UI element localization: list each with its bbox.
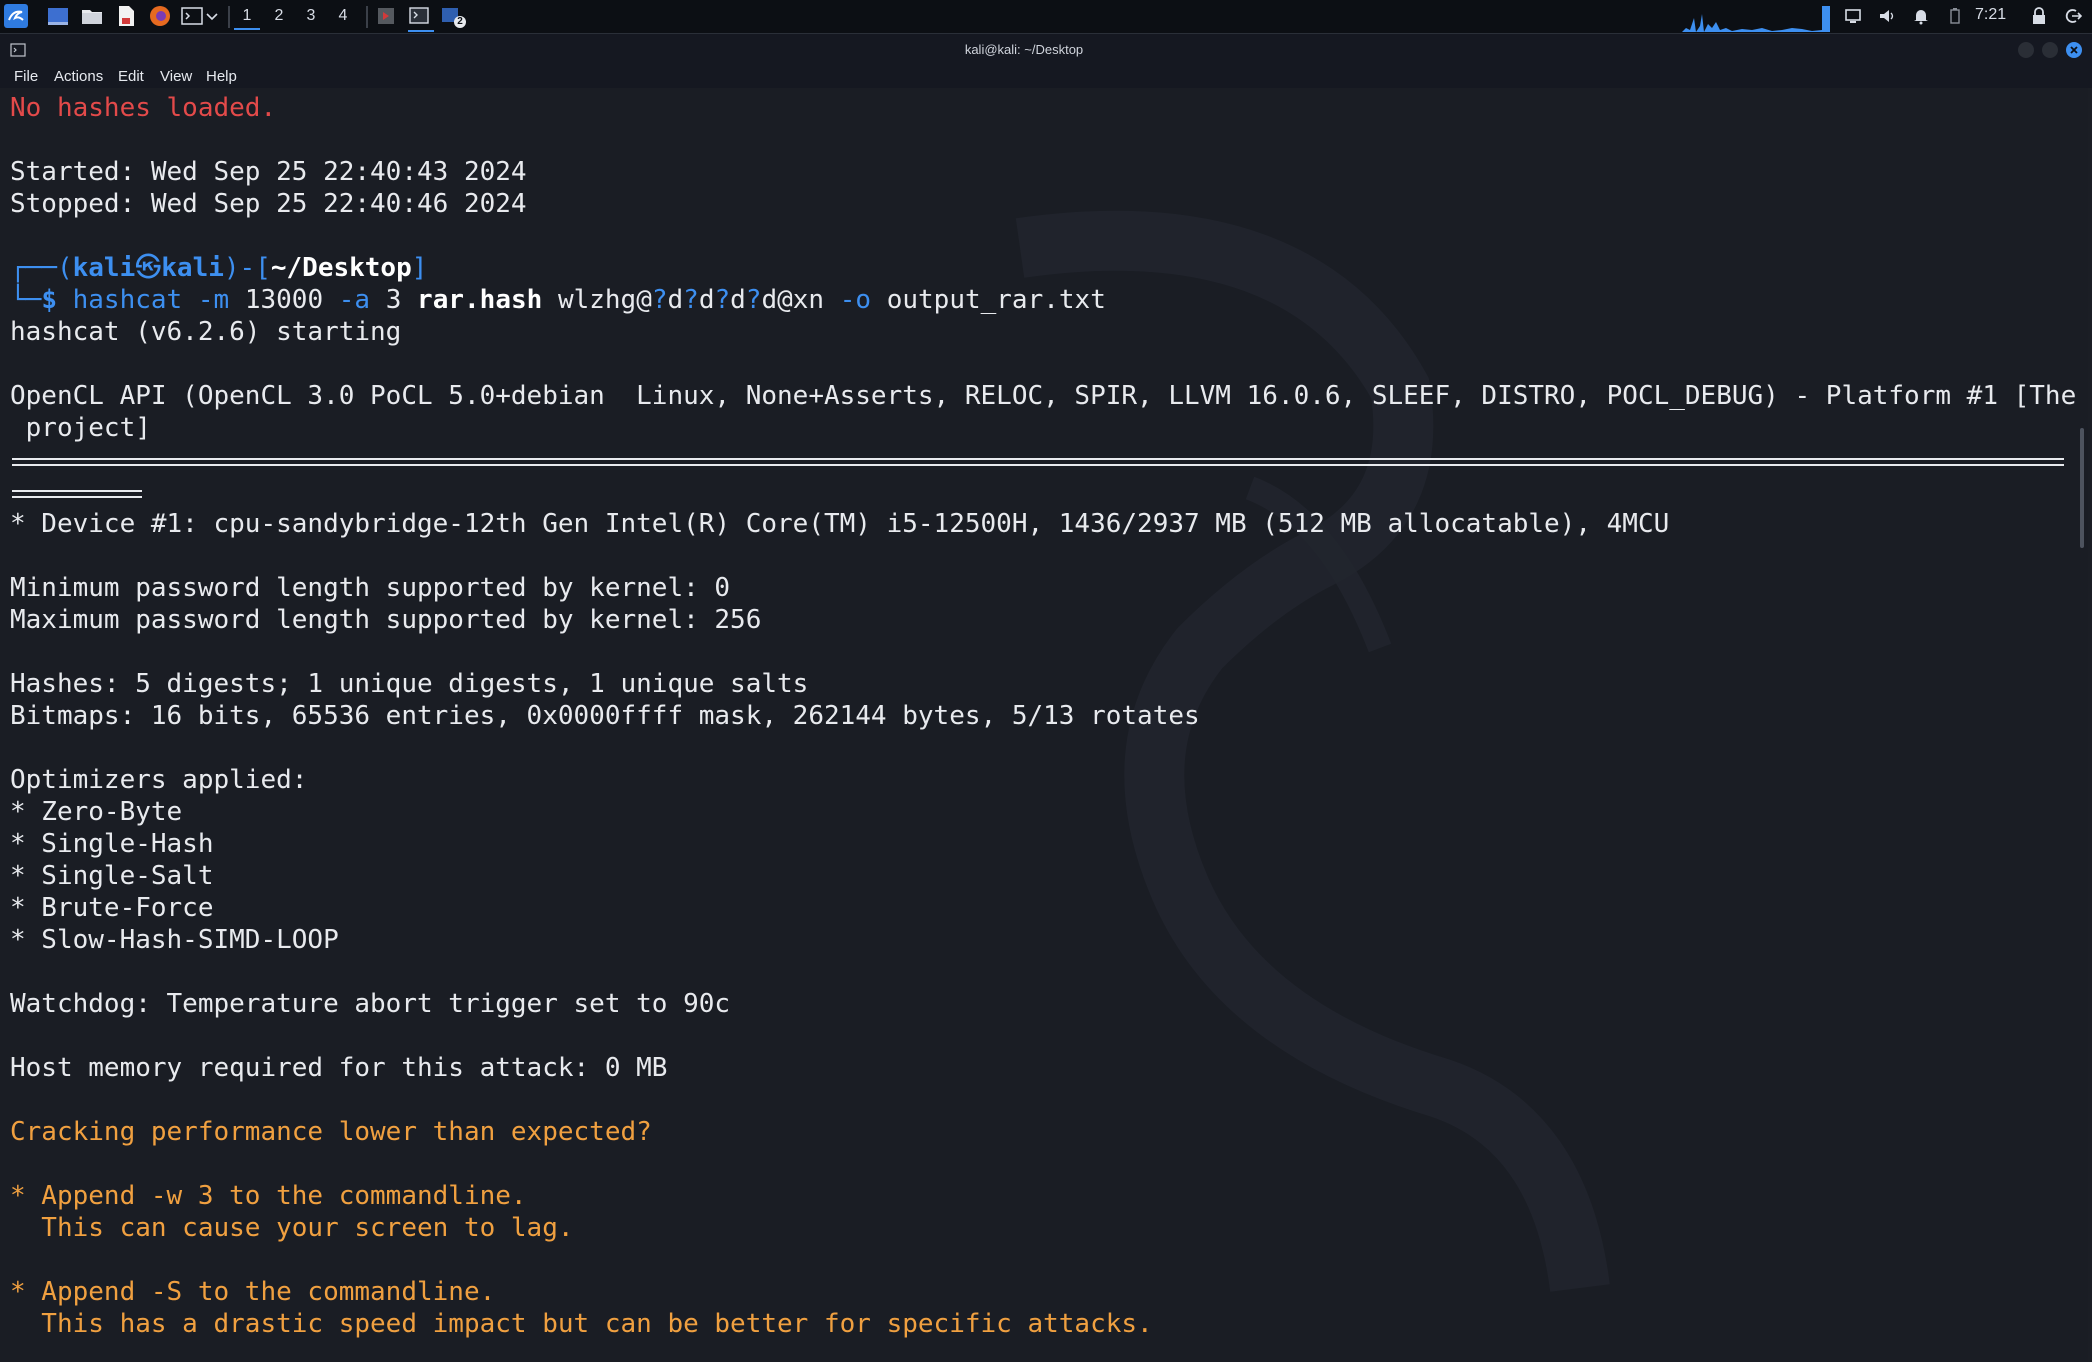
max-password-length: Maximum password length supported by ker… [10, 605, 762, 635]
cpu-graph-icon[interactable] [1682, 6, 1822, 32]
cmd-output-file: output_rar.txt [886, 285, 1106, 315]
optimizer-item: * Zero-Byte [10, 797, 183, 827]
opencl-platform-line-1: OpenCL API (OpenCL 3.0 PoCL 5.0+debian L… [10, 381, 2088, 411]
top-panel: 1 2 3 4 2 7:21 [0, 0, 2092, 34]
workspace-1[interactable]: 1 [234, 4, 260, 30]
menu-actions[interactable]: Actions [54, 68, 103, 85]
window-titlebar[interactable]: kali@kali: ~/Desktop [0, 34, 2092, 66]
hashes-line: Hashes: 5 digests; 1 unique digests, 1 u… [10, 669, 809, 699]
cmd-mask-d1: d [667, 285, 684, 315]
cmd-mask-suffix: d@xn [761, 285, 825, 315]
cmd-mask-prefix: wlzhg@ [557, 285, 652, 315]
started-line: Started: Wed Sep 25 22:40:43 2024 [10, 157, 527, 187]
cmd-hash-file: rar.hash [417, 285, 543, 315]
panel-separator [366, 6, 368, 28]
window-count-badge: 2 [454, 16, 466, 28]
optimizers-title: Optimizers applied: [10, 765, 308, 795]
optimizer-item: * Brute-Force [10, 893, 214, 923]
scrollbar-thumb[interactable] [2080, 428, 2084, 548]
workspace-2[interactable]: 2 [266, 4, 292, 28]
cmd-mask-d3: d [730, 285, 746, 315]
opencl-platform-line-2: project] [10, 413, 151, 443]
cmd-mask-q4: ? [745, 285, 762, 315]
tip-slow-candidates-line-1: * Append -S to the commandline. [10, 1277, 496, 1307]
optimizer-item: * Single-Salt [10, 861, 214, 891]
file-manager-icon[interactable] [80, 4, 104, 28]
command-line: └─$ hashcat -m 13000 -a 3 rar.hash wlzhg… [10, 285, 1106, 315]
min-password-length: Minimum password length supported by ker… [10, 573, 731, 603]
watchdog-line: Watchdog: Temperature abort trigger set … [10, 989, 731, 1019]
chevron-down-icon[interactable] [204, 4, 220, 28]
terminal-launcher-icon[interactable] [180, 4, 204, 28]
notification-bell-icon[interactable] [1912, 7, 1930, 25]
prompt-host: kali [161, 253, 224, 283]
cmd-mask-q2: ? [683, 285, 699, 315]
prompt-directory: ~/Desktop [270, 253, 412, 283]
battery-icon[interactable] [1946, 7, 1964, 25]
close-button[interactable] [2066, 42, 2082, 58]
prompt-user: kali [72, 253, 136, 283]
text-editor-icon[interactable] [114, 4, 138, 28]
panel-separator [228, 6, 230, 28]
menu-edit[interactable]: Edit [118, 68, 144, 85]
cmd-mask-q1: ? [651, 285, 668, 315]
prompt-at-symbol: ㉿ [135, 253, 162, 283]
divider-line-short [12, 496, 142, 498]
divider-line-short [12, 490, 142, 492]
cmd-mask-d2: d [698, 285, 715, 315]
cmd-opt-m: -m [197, 285, 230, 315]
volume-icon[interactable] [1878, 7, 1896, 25]
menu-bar: File Actions Edit View Help [0, 66, 2092, 88]
hashcat-starting: hashcat (v6.2.6) starting [10, 317, 402, 347]
display-icon[interactable] [1844, 7, 1862, 25]
kali-menu-icon[interactable] [4, 4, 28, 28]
host-memory-line: Host memory required for this attack: 0 … [10, 1053, 668, 1083]
workspace-4[interactable]: 4 [330, 4, 356, 28]
cmd-name: hashcat [72, 285, 183, 315]
tip-workload-line-1: * Append -w 3 to the commandline. [10, 1181, 527, 1211]
active-window-indicator [408, 30, 434, 32]
cmd-m-value: 13000 [244, 285, 324, 315]
terminal-window-icon[interactable] [408, 4, 432, 28]
lock-screen-icon[interactable] [2030, 7, 2048, 25]
optimizer-item: * Single-Hash [10, 829, 214, 859]
error-no-hashes: No hashes loaded. [10, 93, 277, 123]
logout-icon[interactable] [2064, 7, 2082, 25]
clock[interactable]: 7:21 [1975, 6, 2006, 24]
firefox-icon[interactable] [148, 4, 172, 28]
terminal-output[interactable]: No hashes loaded. Started: Wed Sep 25 22… [0, 88, 2088, 1362]
menu-view[interactable]: View [160, 68, 192, 85]
cmd-opt-a: -a [338, 285, 371, 315]
divider-line [12, 458, 2064, 460]
divider-line [12, 464, 2064, 466]
cmd-opt-o: -o [839, 285, 872, 315]
device-line: * Device #1: cpu-sandybridge-12th Gen In… [10, 509, 1670, 539]
close-icon [2070, 46, 2078, 54]
menu-help[interactable]: Help [206, 68, 237, 85]
bitmaps-line: Bitmaps: 16 bits, 65536 entries, 0x0000f… [10, 701, 1200, 731]
minimize-button[interactable] [2018, 42, 2034, 58]
cmd-mask-q3: ? [714, 285, 731, 315]
tip-slow-candidates-line-2: This has a drastic speed impact but can … [10, 1309, 1153, 1339]
performance-warning: Cracking performance lower than expected… [10, 1117, 652, 1147]
menu-file[interactable]: File [14, 68, 38, 85]
workspace-3[interactable]: 3 [298, 4, 324, 28]
memory-bar [1822, 6, 1830, 32]
cmd-a-value: 3 [385, 285, 402, 315]
show-desktop-icon[interactable] [46, 4, 70, 28]
prompt-line: ┌──(kali㉿kali)-[~/Desktop] [10, 253, 428, 283]
app-window-icon[interactable] [374, 4, 398, 28]
maximize-button[interactable] [2042, 42, 2058, 58]
tip-workload-line-2: This can cause your screen to lag. [10, 1213, 574, 1243]
window-title: kali@kali: ~/Desktop [964, 42, 1084, 57]
stopped-line: Stopped: Wed Sep 25 22:40:46 2024 [10, 189, 527, 219]
optimizer-item: * Slow-Hash-SIMD-LOOP [10, 925, 339, 955]
